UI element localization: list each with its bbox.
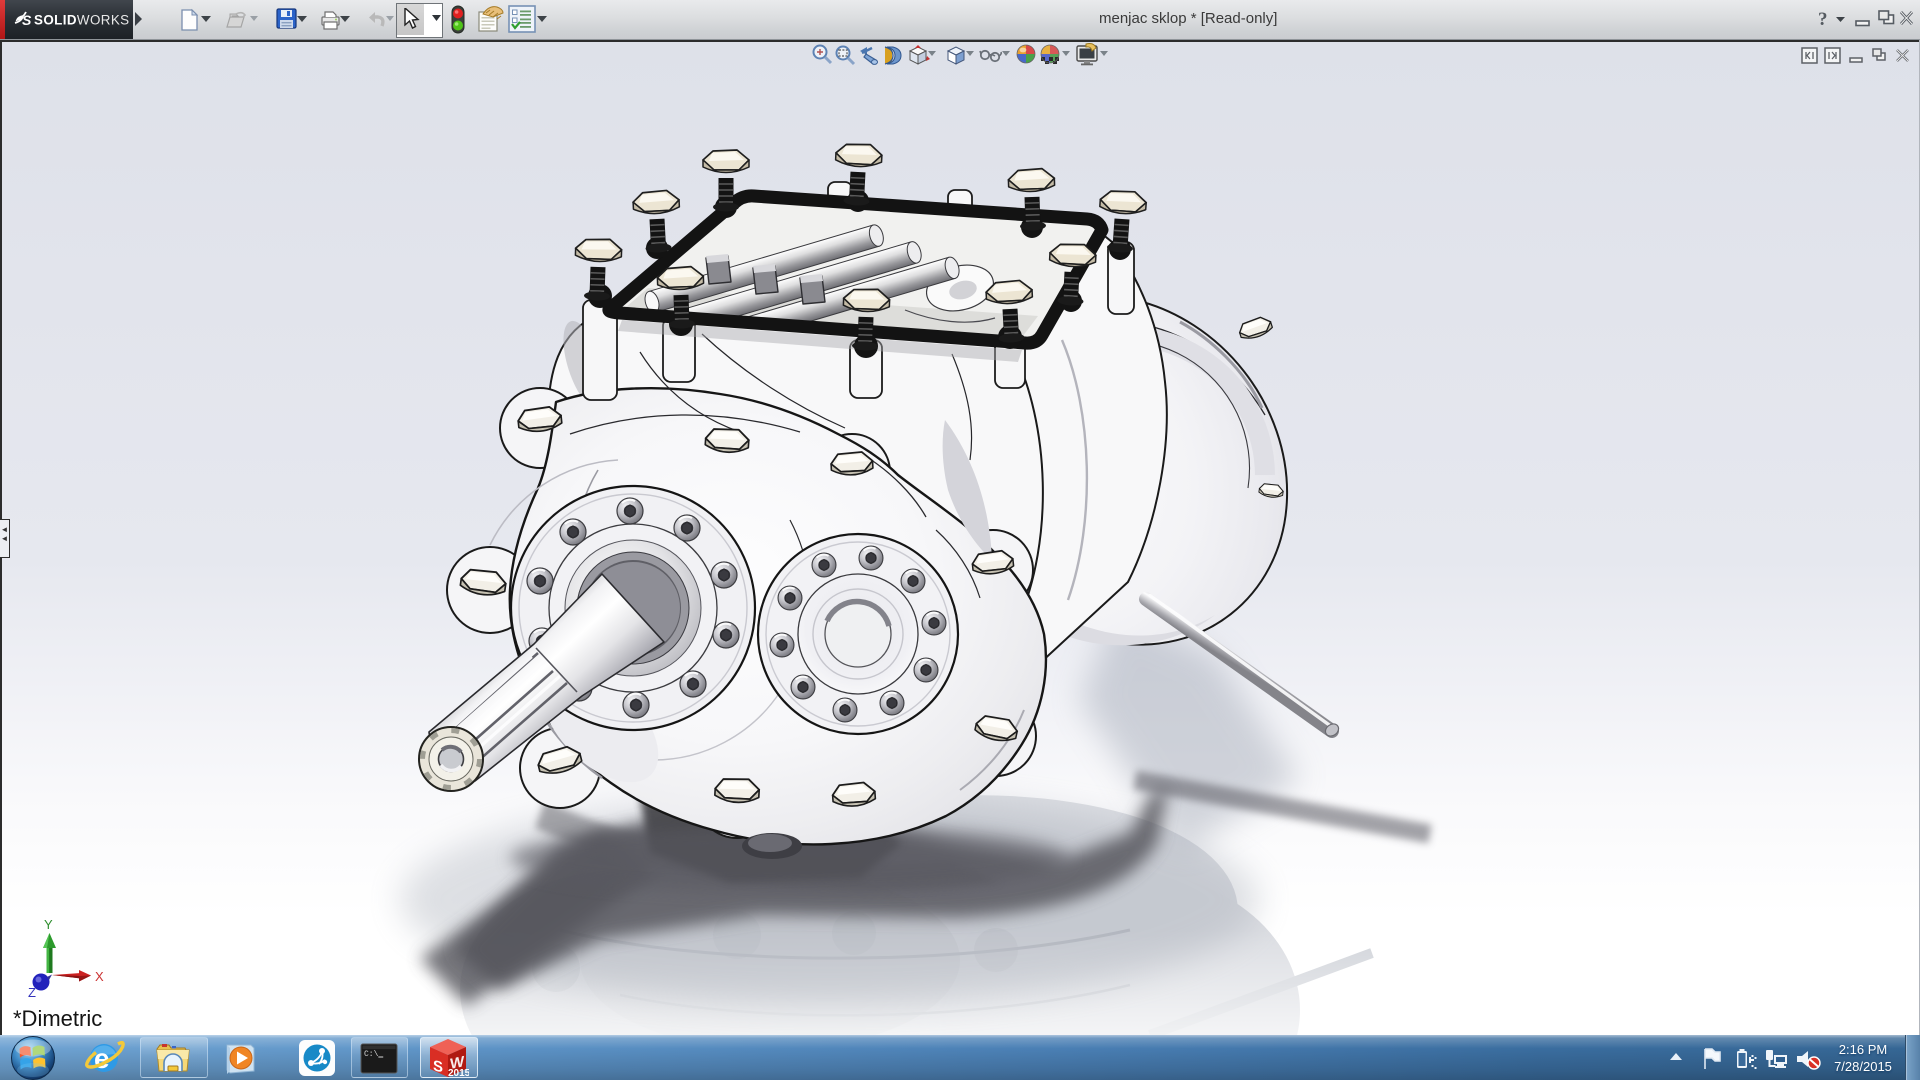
svg-text:2015: 2015 (448, 1068, 469, 1078)
svg-text:X: X (95, 969, 104, 984)
svg-text:SOLIDWORKS: SOLIDWORKS (34, 13, 130, 28)
svg-text:C:\‗: C:\‗ (364, 1050, 383, 1059)
svg-text:S: S (433, 1057, 443, 1076)
svg-text:Y: Y (44, 917, 53, 932)
svg-text:S: S (22, 12, 32, 28)
svg-text:?: ? (1818, 9, 1828, 30)
svg-text:Z: Z (28, 985, 36, 1000)
svg-text:e: e (94, 1043, 110, 1074)
